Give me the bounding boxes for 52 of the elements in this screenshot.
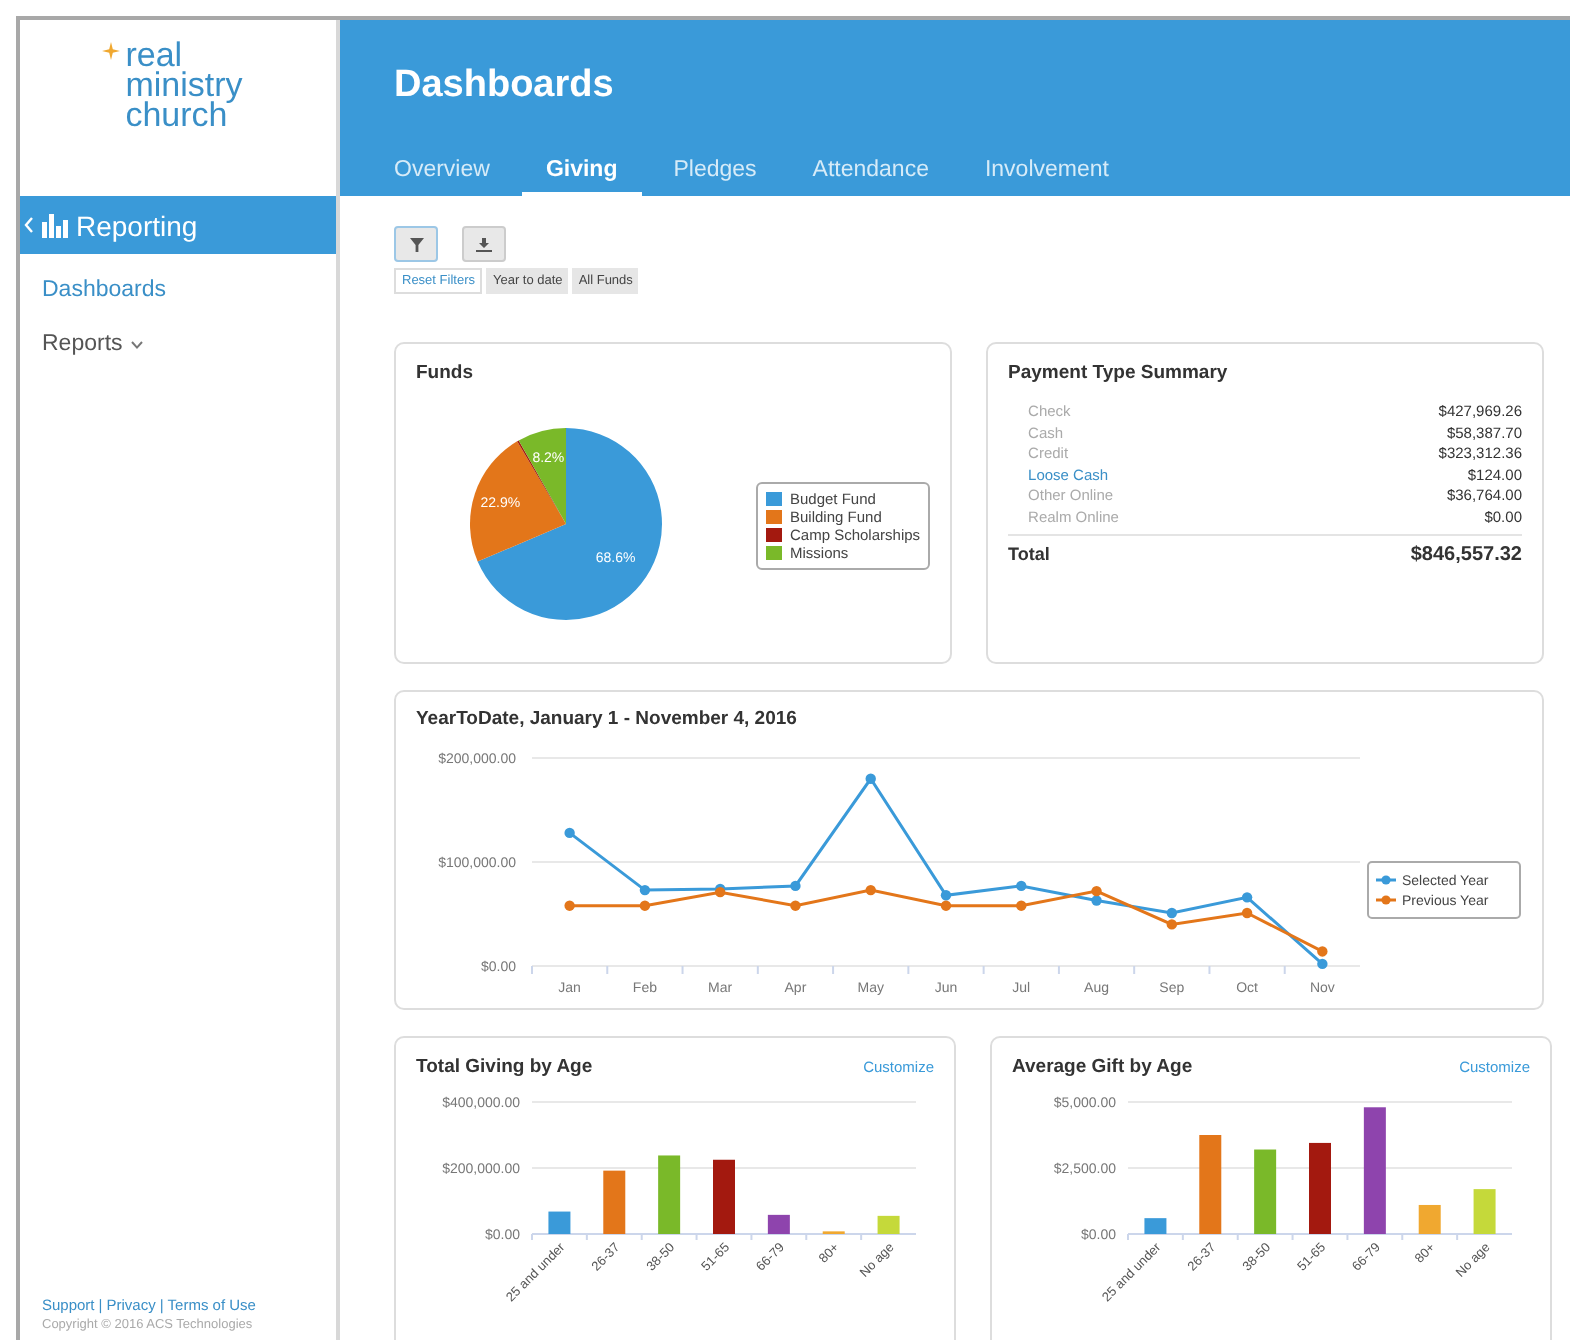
section-title: Reporting	[76, 209, 198, 241]
filter-icon	[409, 237, 423, 251]
data-point	[1241, 892, 1253, 903]
tab[interactable]: Attendance	[788, 158, 953, 196]
bar	[658, 1155, 681, 1234]
bar-chart-icon	[42, 213, 68, 237]
data-point	[1241, 907, 1253, 919]
bar	[1199, 1135, 1222, 1234]
tab[interactable]: Overview	[370, 158, 514, 196]
data-point	[564, 827, 575, 839]
bar	[1473, 1189, 1496, 1234]
download-icon	[476, 237, 492, 251]
bar	[713, 1159, 735, 1234]
card-title: Average Gift by Age	[1012, 1056, 1193, 1078]
nav-item[interactable]: Dashboards	[42, 278, 167, 302]
nav-item[interactable]: Reports	[42, 332, 145, 356]
data-point	[639, 884, 651, 896]
tab[interactable]: Giving	[521, 158, 642, 196]
bar	[548, 1211, 571, 1234]
data-point	[1016, 900, 1027, 911]
filter-button[interactable]	[394, 226, 438, 262]
star-icon	[101, 42, 120, 60]
bar	[603, 1170, 626, 1234]
card-title: YearToDate, January 1 - November 4, 2016	[416, 708, 799, 730]
bar	[1309, 1142, 1331, 1234]
logo-text: church	[125, 100, 228, 130]
data-point	[564, 900, 575, 911]
card-title: Funds	[416, 362, 475, 384]
section-bar[interactable]: Reporting	[20, 196, 336, 254]
data-point	[865, 773, 876, 784]
bar	[1144, 1218, 1167, 1234]
download-button[interactable]	[462, 226, 506, 262]
back-icon	[24, 216, 34, 234]
card-title: Total Giving by Age	[416, 1056, 593, 1078]
total-label: Total	[1008, 544, 1050, 566]
card-title: Payment Type Summary	[1008, 362, 1230, 384]
logo-text: ministry	[125, 70, 243, 100]
total-amount: $846,557.32	[1410, 544, 1522, 566]
data-point	[1016, 880, 1027, 892]
page-title: Dashboards	[394, 64, 616, 108]
data-point	[790, 900, 801, 911]
tab[interactable]: Involvement	[960, 158, 1133, 196]
data-point	[865, 884, 876, 896]
bar	[1363, 1107, 1386, 1234]
bar	[877, 1215, 900, 1234]
bar	[1254, 1149, 1277, 1234]
data-point	[639, 900, 651, 911]
tab[interactable]: Pledges	[649, 158, 781, 196]
logo-text: real	[125, 40, 183, 70]
bar	[767, 1214, 790, 1234]
bar	[1418, 1204, 1441, 1234]
data-point	[790, 880, 801, 892]
